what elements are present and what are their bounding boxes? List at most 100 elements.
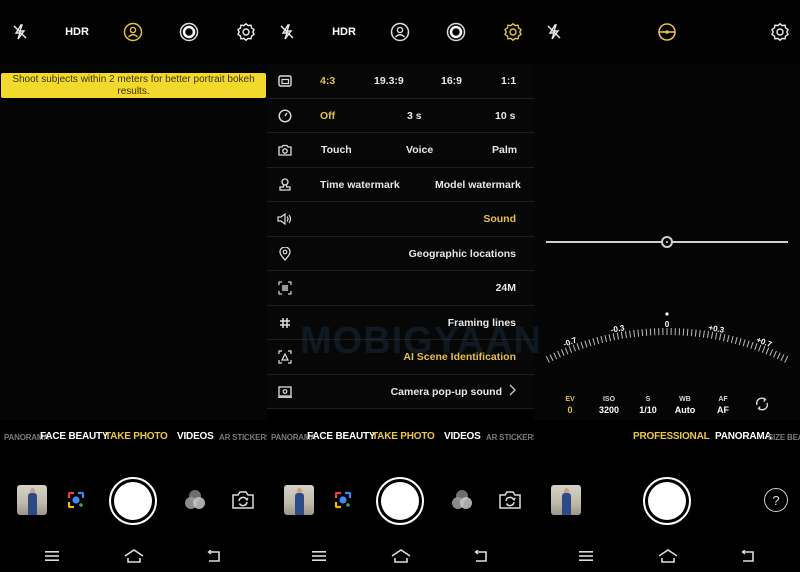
mode-ar-stickers[interactable]: AR STICKERS: [219, 433, 267, 442]
flash-off-icon[interactable]: [542, 20, 566, 44]
live-photo-icon[interactable]: [177, 20, 201, 44]
gear-icon[interactable]: [768, 20, 792, 44]
help-button[interactable]: ?: [764, 488, 788, 512]
mode-take-photo[interactable]: TAKE PHOTO: [372, 431, 435, 442]
option-1-1[interactable]: 1:1: [501, 75, 516, 87]
mode-selector: PROFESSIONAL PANORAMA SIZE BEAUTY: [534, 425, 800, 449]
viewfinder[interactable]: [0, 64, 267, 420]
option-16-9[interactable]: 16:9: [441, 75, 462, 87]
mode-videos[interactable]: VIDEOS: [444, 431, 481, 442]
mode-videos[interactable]: VIDEOS: [177, 431, 214, 442]
ev-dial-tick: [686, 328, 689, 336]
option-timer-3s[interactable]: 3 s: [407, 110, 422, 122]
param-white-balance[interactable]: WB Auto: [665, 394, 705, 416]
speaker-icon: [277, 211, 293, 227]
ev-dial-tick: [769, 349, 774, 356]
param-iso-value: 3200: [598, 405, 620, 415]
live-photo-icon[interactable]: [444, 20, 468, 44]
mode-take-photo[interactable]: TAKE PHOTO: [105, 431, 168, 442]
menu-icon[interactable]: [310, 548, 328, 564]
ev-dial-label: -0.3: [610, 323, 626, 334]
level-icon[interactable]: [655, 20, 679, 44]
shutter-button[interactable]: [376, 477, 424, 525]
param-ev[interactable]: EV 0: [550, 394, 590, 416]
aspect-ratio-icon: [277, 73, 293, 89]
option-ai-scene-identification[interactable]: AI Scene Identification: [403, 351, 516, 363]
option-sound[interactable]: Sound: [483, 213, 516, 225]
param-iso[interactable]: ISO 3200: [589, 394, 629, 416]
portrait-icon[interactable]: [388, 20, 412, 44]
back-icon[interactable]: [205, 548, 223, 564]
switch-camera-icon[interactable]: [498, 490, 522, 510]
ev-dial-tick: [545, 356, 550, 363]
ev-dial-tick: [616, 332, 620, 340]
mode-ar-stickers[interactable]: AR STICKERS: [486, 433, 534, 442]
ev-dial-tick: [738, 338, 742, 346]
back-icon[interactable]: [739, 548, 757, 564]
switch-camera-icon[interactable]: [231, 490, 255, 510]
gear-icon[interactable]: [234, 20, 258, 44]
ev-dial-tick: [773, 350, 777, 358]
option-voice[interactable]: Voice: [406, 144, 433, 156]
option-palm[interactable]: Palm: [492, 144, 517, 156]
settings-row-framing-lines: Framing lines: [267, 306, 534, 340]
filter-icon[interactable]: [450, 489, 474, 511]
gallery-thumbnail[interactable]: [17, 485, 47, 515]
ev-dial-tick: [722, 334, 726, 342]
google-lens-icon[interactable]: [66, 490, 86, 510]
resolution-icon: [277, 280, 293, 296]
home-icon[interactable]: [124, 548, 144, 564]
option-19-3-9[interactable]: 19.3:9: [374, 75, 404, 87]
mode-selector: PANORAMA FACE BEAUTY TAKE PHOTO VIDEOS A…: [0, 425, 267, 449]
hdr-button[interactable]: HDR: [331, 20, 357, 44]
mode-professional[interactable]: PROFESSIONAL: [633, 431, 710, 442]
home-icon[interactable]: [658, 548, 678, 564]
ev-dial-tick: [560, 349, 565, 356]
option-touch[interactable]: Touch: [321, 144, 352, 156]
option-model-watermark[interactable]: Model watermark: [435, 179, 521, 191]
option-timer-10s[interactable]: 10 s: [495, 110, 515, 122]
ev-dial-tick: [549, 354, 554, 361]
param-iso-label: ISO: [602, 396, 616, 403]
filter-icon[interactable]: [183, 489, 207, 511]
mode-face-beauty[interactable]: FACE BEAUTY: [40, 431, 109, 442]
menu-icon[interactable]: [577, 548, 595, 564]
option-camera-popup-sound[interactable]: Camera pop-up sound: [391, 386, 502, 398]
flash-off-icon[interactable]: [8, 20, 32, 44]
ev-dial-tick: [629, 330, 632, 338]
portrait-icon[interactable]: [121, 20, 145, 44]
ev-dial-tick: [600, 336, 604, 344]
option-resolution-24m[interactable]: 24M: [496, 282, 516, 294]
home-icon[interactable]: [391, 548, 411, 564]
ev-dial-tick: [596, 337, 600, 345]
param-shutter-speed[interactable]: S 1/10: [628, 394, 668, 416]
settings-row-aspect-ratio: 4:3 19.3:9 16:9 1:1: [267, 64, 534, 99]
level-slider-handle[interactable]: [661, 236, 673, 248]
settings-row-popup-sound[interactable]: Camera pop-up sound: [267, 375, 534, 409]
option-geographic-locations[interactable]: Geographic locations: [409, 248, 516, 260]
param-autofocus[interactable]: AF AF: [703, 394, 743, 416]
option-4-3[interactable]: 4:3: [320, 75, 335, 87]
reset-icon[interactable]: [754, 396, 770, 412]
option-framing-lines[interactable]: Framing lines: [448, 317, 516, 329]
settings-row-capture-method: Touch Voice Palm: [267, 133, 534, 168]
gallery-thumbnail[interactable]: [551, 485, 581, 515]
option-timer-off[interactable]: Off: [320, 110, 335, 122]
flash-off-icon[interactable]: [275, 20, 299, 44]
settings-panel: 4:3 19.3:9 16:9 1:1 Off 3 s 10 s Touch V…: [267, 64, 534, 409]
param-ev-label: EV: [565, 396, 575, 403]
ev-dial-tick: [750, 341, 754, 349]
gear-icon[interactable]: [501, 20, 525, 44]
menu-icon[interactable]: [43, 548, 61, 564]
google-lens-icon[interactable]: [333, 490, 353, 510]
mode-face-beauty[interactable]: FACE BEAUTY: [307, 431, 376, 442]
back-icon[interactable]: [472, 548, 490, 564]
ev-dial-tick: [780, 354, 785, 361]
mode-panorama[interactable]: PANORAMA: [715, 431, 772, 442]
option-time-watermark[interactable]: Time watermark: [320, 179, 400, 191]
gallery-thumbnail[interactable]: [284, 485, 314, 515]
shutter-button[interactable]: [109, 477, 157, 525]
hdr-button[interactable]: HDR: [64, 20, 90, 44]
shutter-button[interactable]: [643, 477, 691, 525]
mode-size-beauty[interactable]: SIZE BEAUTY: [768, 433, 800, 442]
